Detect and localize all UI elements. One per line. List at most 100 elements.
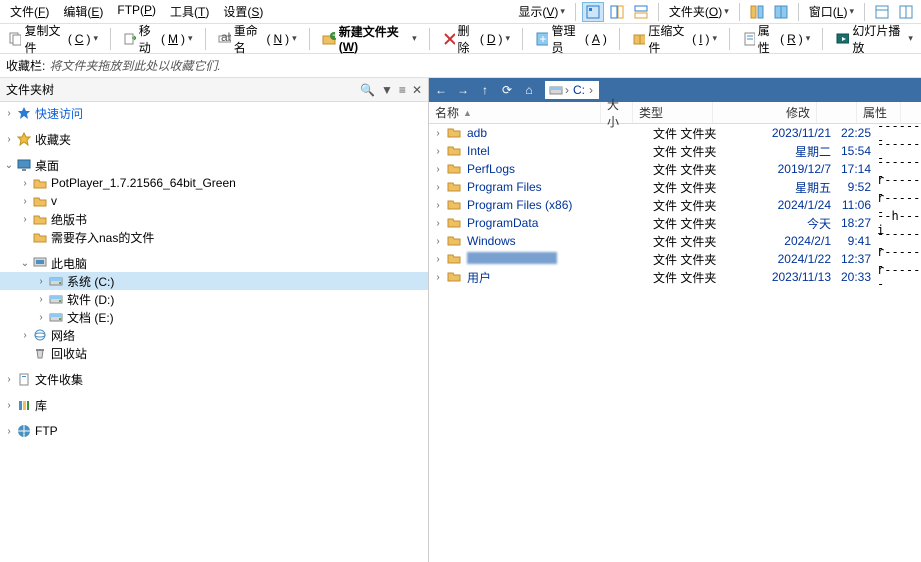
list-item[interactable]: ›Program Files (x86)文件 文件夹2024/1/2411:06… xyxy=(429,196,921,214)
tree-item[interactable]: ›文件收集 xyxy=(0,370,428,388)
expand-icon[interactable]: › xyxy=(2,134,16,145)
expand-icon[interactable]: › xyxy=(429,236,447,247)
expand-icon[interactable]: › xyxy=(18,214,32,225)
expand-icon[interactable]: › xyxy=(429,128,447,139)
file-time: 22:25 xyxy=(837,126,877,140)
expand-icon[interactable]: ⌄ xyxy=(2,160,16,171)
properties-button[interactable]: 属性(R)▾ xyxy=(738,20,814,58)
tree-item[interactable]: ›收藏夹 xyxy=(0,130,428,148)
expand-icon[interactable]: › xyxy=(2,426,16,437)
copy-icon xyxy=(8,31,21,47)
list-item[interactable]: ›Windows文件 文件夹2024/2/19:41------- xyxy=(429,232,921,250)
expand-icon[interactable]: › xyxy=(2,108,16,119)
compress-button[interactable]: 压缩文件(I)▾ xyxy=(628,20,721,58)
breadcrumb[interactable]: › C: › xyxy=(545,81,599,99)
tree-item[interactable]: ›v xyxy=(0,192,428,210)
expand-icon[interactable]: › xyxy=(429,146,447,157)
expand-icon[interactable]: › xyxy=(429,254,447,265)
view-mode-3-icon[interactable] xyxy=(630,2,652,22)
expand-icon[interactable]: › xyxy=(429,182,447,193)
col-date[interactable]: 修改 xyxy=(713,102,817,123)
nav-home-icon[interactable]: ⌂ xyxy=(519,80,539,100)
expand-icon[interactable]: ⌄ xyxy=(18,258,32,269)
expand-icon[interactable]: › xyxy=(18,330,32,341)
admin-button[interactable]: 管理员(A) xyxy=(531,20,611,58)
tree-item[interactable]: › 快速访问 xyxy=(0,104,428,122)
tree-search-icon[interactable]: 🔍 xyxy=(360,83,375,97)
tree-close-icon[interactable]: ✕ xyxy=(412,83,422,97)
win-layout-2-icon[interactable] xyxy=(895,2,917,22)
copy-file-button[interactable]: 复制文件(C)▾ xyxy=(4,20,102,58)
list-item[interactable]: ›PerfLogs文件 文件夹2019/12/717:14------- xyxy=(429,160,921,178)
col-name[interactable]: 名称▲ xyxy=(429,102,601,123)
list-item[interactable]: ›Intel文件 文件夹星期二15:54------- xyxy=(429,142,921,160)
tree-label: 桌面 xyxy=(35,157,59,174)
rename-button[interactable]: ab 重命名(N)▾ xyxy=(213,20,300,58)
list-item[interactable]: ›ProgramData文件 文件夹今天18:27--h---i xyxy=(429,214,921,232)
file-time: 18:27 xyxy=(837,216,877,230)
tree-label: 快速访问 xyxy=(35,105,83,122)
tree-label: 网络 xyxy=(51,327,75,344)
view-mode-2-icon[interactable] xyxy=(606,2,628,22)
file-name: PerfLogs xyxy=(467,162,621,176)
file-type: 文件 文件夹 xyxy=(653,251,733,268)
expand-icon[interactable]: › xyxy=(429,200,447,211)
col-size[interactable]: 大小 xyxy=(601,102,633,123)
tree-item[interactable]: ›文档 (E:) xyxy=(0,308,428,326)
expand-icon[interactable]: › xyxy=(34,312,48,323)
tree-item[interactable]: ›FTP xyxy=(0,422,428,440)
tree-item[interactable]: ›绝版书 xyxy=(0,210,428,228)
expand-icon[interactable]: › xyxy=(34,294,48,305)
list-item[interactable]: ›Program Files文件 文件夹星期五9:52r------ xyxy=(429,178,921,196)
tree-item[interactable]: 回收站 xyxy=(0,344,428,362)
expand-icon[interactable]: › xyxy=(18,196,32,207)
tree-item[interactable]: ⌄此电脑 xyxy=(0,254,428,272)
col-time[interactable] xyxy=(817,102,857,123)
view-mode-1-icon[interactable] xyxy=(582,2,604,22)
expand-icon[interactable]: › xyxy=(18,178,32,189)
tree-item[interactable]: ›系统 (C:) xyxy=(0,272,428,290)
tree-menu-icon[interactable]: ≡ xyxy=(399,83,406,97)
expand-icon[interactable]: › xyxy=(429,164,447,175)
expand-icon[interactable]: › xyxy=(34,276,48,287)
delete-button[interactable]: 删除(D)▾ xyxy=(438,20,514,58)
nav-up-icon[interactable]: ↑ xyxy=(475,80,495,100)
folder-icon xyxy=(447,125,463,141)
expand-icon[interactable]: › xyxy=(429,272,447,283)
tree-item[interactable]: ›库 xyxy=(0,396,428,414)
expand-icon[interactable]: › xyxy=(2,400,16,411)
tree-filter-icon[interactable]: ▼ xyxy=(381,83,393,97)
favorites-bar[interactable]: 收藏栏: 将文件夹拖放到此处以收藏它们. xyxy=(0,54,921,78)
tree-item[interactable]: 需要存入nas的文件 xyxy=(0,228,428,246)
nav-back-icon[interactable]: ← xyxy=(431,80,451,100)
breadcrumb-segment[interactable]: C: xyxy=(571,83,587,97)
expand-icon[interactable]: › xyxy=(429,218,447,229)
list-item[interactable]: ›用户文件 文件夹2023/11/1320:33r------ xyxy=(429,268,921,286)
properties-icon xyxy=(742,31,755,47)
layout-2-icon[interactable] xyxy=(770,2,792,22)
tree-item[interactable]: › 软件 (D:) xyxy=(0,290,428,308)
layout-1-icon[interactable] xyxy=(746,2,768,22)
expand-icon[interactable]: › xyxy=(2,374,16,385)
file-name: 用户 xyxy=(467,269,621,286)
slideshow-button[interactable]: 幻灯片播放▾ xyxy=(831,20,917,58)
folder-icon xyxy=(447,161,463,177)
ftp-icon xyxy=(16,423,32,439)
move-button[interactable]: 移动(M)▾ xyxy=(119,20,197,58)
tree-item[interactable]: ›PotPlayer_1.7.21566_64bit_Green xyxy=(0,174,428,192)
tree-label: 软件 (D:) xyxy=(67,291,114,308)
col-attr[interactable]: 属性 xyxy=(857,102,901,123)
col-type[interactable]: 类型 xyxy=(633,102,713,123)
new-folder-button[interactable]: + 新建文件夹(W)▾ xyxy=(318,21,421,56)
nav-refresh-icon[interactable]: ⟳ xyxy=(497,80,517,100)
tree-item[interactable]: › 网络 xyxy=(0,326,428,344)
toolbar: 复制文件(C)▾ 移动(M)▾ ab 重命名(N)▾ + 新建文件夹(W)▾ 删… xyxy=(0,24,921,54)
folder-tree[interactable]: › 快速访问 ›收藏夹 ⌄ 桌面›PotPlayer_1.7.21566_64bit_G… xyxy=(0,102,428,562)
file-list[interactable]: ›adb文件 文件夹2023/11/2122:25-------›Intel文件… xyxy=(429,124,921,562)
tree-item[interactable]: ⌄ 桌面 xyxy=(0,156,428,174)
list-item[interactable]: ›adb文件 文件夹2023/11/2122:25------- xyxy=(429,124,921,142)
file-type: 文件 文件夹 xyxy=(653,179,733,196)
list-item[interactable]: ›文件 文件夹2024/1/2212:37r------ xyxy=(429,250,921,268)
win-layout-1-icon[interactable] xyxy=(871,2,893,22)
nav-forward-icon[interactable]: → xyxy=(453,80,473,100)
